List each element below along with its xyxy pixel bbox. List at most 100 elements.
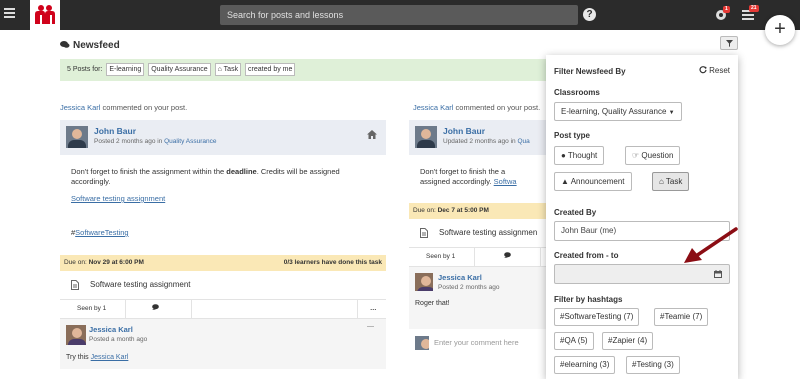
post-body-text: assigned accordingly. Softwa [420, 177, 517, 187]
post-actions: Seen by 1 1 [409, 247, 549, 267]
home-icon [367, 130, 377, 139]
filter-tag-task-label: Task [223, 66, 239, 73]
avatar[interactable] [66, 126, 88, 148]
post-type-label-text: Question [641, 151, 674, 160]
megaphone-icon: ▲ [561, 177, 569, 186]
comment-text-part: Try this [66, 354, 89, 361]
post-classroom-link[interactable]: Quality Assurance [164, 138, 216, 145]
avatar [415, 336, 429, 350]
post-body: Don't forget to finish the a assigned ac… [409, 155, 549, 203]
post-body-bold: deadline [226, 167, 257, 176]
help-icon[interactable]: ? [583, 8, 596, 21]
notification-user-link[interactable]: Jessica Karl [413, 103, 453, 112]
page-title: Newsfeed [60, 40, 120, 51]
post-author[interactable]: John Baur [443, 126, 485, 136]
menu-icon[interactable] [4, 8, 15, 20]
comment-author[interactable]: Jessica Karl [89, 325, 133, 334]
post-type-announcement-button[interactable]: ▲ Announcement [554, 172, 632, 191]
post-type-label: Post type [554, 131, 591, 140]
comment-meta: Posted 2 months ago [438, 284, 500, 291]
app-logo[interactable] [30, 0, 60, 30]
comments-count-button[interactable]: 1 [152, 300, 159, 318]
hand-icon: ☞ [632, 151, 640, 160]
post-link[interactable]: Softwa [494, 177, 517, 186]
search-input[interactable]: Search for posts and lessons [220, 5, 578, 25]
reset-button[interactable]: Reset [699, 66, 730, 75]
post-link[interactable]: Software testing assignment [71, 194, 165, 204]
comment-mention-link[interactable]: Jessica Karl [91, 354, 129, 361]
post-actions: Seen by 1 1 … [60, 299, 386, 319]
post-card: Jessica Karl commented on your post. Joh… [409, 100, 549, 379]
notifications-badge: 1 [723, 6, 730, 13]
comment-text: Roger that! [415, 300, 450, 307]
post-type-label-text: Task [665, 177, 683, 186]
post-body-text: Don't forget to finish the a [420, 167, 506, 176]
due-bar: Due on: Nov 29 at 6:00 PM 0/3 learners h… [60, 255, 386, 271]
avatar[interactable] [415, 273, 433, 291]
comment-input[interactable]: Enter your comment here [434, 338, 519, 347]
task-status: 0/3 learners have done this task [283, 259, 382, 266]
reset-label: Reset [709, 66, 730, 75]
hashtag-filter[interactable]: #Teamie (7) [654, 308, 709, 326]
due-label: Due on: [64, 259, 87, 266]
seen-by-button[interactable]: Seen by 1 [426, 248, 455, 266]
seen-by-button[interactable]: Seen by 1 [77, 300, 106, 318]
create-post-button[interactable]: + [765, 15, 795, 45]
notification-text: commented on your post. [102, 103, 188, 112]
newsfeed-badge: 21 [749, 5, 759, 12]
post-type-question-button[interactable]: ☞ Question [625, 146, 681, 165]
hashtag-link[interactable]: SoftwareTesting [75, 228, 128, 237]
filter-tag: created by me [245, 63, 296, 76]
hashtag-filter[interactable]: #SoftwareTesting (7) [554, 308, 640, 326]
comments-count-button[interactable]: 1 [504, 248, 511, 266]
comment-icon: ● [561, 151, 566, 160]
due-date: Dec 7 at 5:00 PM [437, 207, 489, 214]
avatar[interactable] [415, 126, 437, 148]
filter-summary-bar: 5 Posts for: E-learning Quality Assuranc… [60, 59, 546, 81]
more-options-button[interactable]: … [370, 300, 377, 318]
divider [540, 247, 541, 267]
post-type-task-button[interactable]: ⌂ Task [652, 172, 690, 191]
divider [191, 299, 192, 319]
comment-author[interactable]: Jessica Karl [438, 273, 482, 282]
post-card: Jessica Karl commented on your post. Joh… [60, 100, 386, 379]
post-hashtag: #SoftwareTesting [71, 228, 129, 238]
avatar[interactable] [66, 325, 86, 345]
comment-count: 1 [152, 305, 156, 312]
due-label: Due on: [413, 207, 436, 214]
post-author[interactable]: John Baur [94, 126, 136, 136]
caret-down-icon: ▼ [668, 110, 675, 116]
post-body-part: assigned accordingly. [420, 177, 492, 186]
home-icon: ⌂ [659, 177, 664, 186]
hashtag-filter[interactable]: #elearning (3) [554, 356, 616, 374]
post-classroom-link[interactable]: Qua [517, 138, 529, 145]
hashtag-filter[interactable]: #QA (5) [554, 332, 594, 350]
annotation-arrow-icon [684, 227, 738, 263]
hashtag-filter[interactable]: #Testing (3) [626, 356, 680, 374]
comments-icon [60, 41, 70, 48]
post-header: John Baur Posted 2 months ago in Quality… [60, 120, 386, 155]
due-bar: Due on: Dec 7 at 5:00 PM [409, 203, 549, 219]
post-notification: Jessica Karl commented on your post. [409, 100, 549, 120]
due-date: Nov 29 at 6:00 PM [88, 259, 144, 266]
comment-menu[interactable]: — [367, 323, 374, 330]
classrooms-dropdown[interactable]: E-learning, Quality Assurance ▼ [554, 102, 682, 121]
hashtag-filter[interactable]: #Zapier (4) [602, 332, 654, 350]
top-bar: Search for posts and lessons ? 1 21 [0, 0, 800, 30]
date-range-field[interactable] [554, 264, 730, 284]
post-meta-text: Updated 2 months ago in [443, 138, 516, 145]
hashtags-label: Filter by hashtags [554, 295, 623, 304]
filter-tag-task: ⌂ Task [214, 63, 242, 76]
post-notification: Jessica Karl commented on your post. [60, 100, 386, 120]
filter-panel: Filter Newsfeed By Reset Classrooms E-le… [546, 55, 738, 379]
attachment[interactable]: Software testing assignmen [409, 219, 549, 247]
post-type-thought-button[interactable]: ● Thought [554, 146, 605, 165]
notification-user-link[interactable]: Jessica Karl [60, 103, 100, 112]
filter-summary-label: 5 Posts for: [67, 66, 103, 73]
document-icon [420, 228, 428, 238]
page-title-text: Newsfeed [73, 40, 120, 51]
divider [357, 299, 358, 319]
filter-toggle-button[interactable] [720, 36, 738, 50]
attachment-name: Software testing assignment [90, 280, 191, 289]
attachment[interactable]: Software testing assignment [60, 271, 386, 299]
